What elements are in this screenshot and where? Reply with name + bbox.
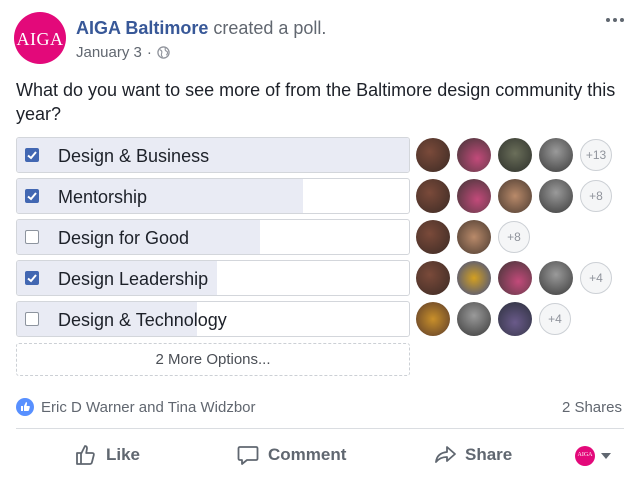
more-voters-count[interactable]: +4 [539,303,571,335]
more-voters-count[interactable]: +8 [498,221,530,253]
poll-option-label: Design & Technology [58,310,227,330]
reactors-names[interactable]: Eric D Warner and Tina Widzbor [41,399,256,416]
poll-option[interactable]: Design for Good [16,219,410,255]
more-options-icon[interactable] [604,13,626,27]
poll-option[interactable]: Mentorship [16,178,410,214]
more-options-button[interactable]: 2 More Options... [16,343,410,376]
checkbox[interactable] [25,312,39,326]
reactions-summary[interactable]: Eric D Warner and Tina Widzbor [16,398,256,416]
voter-avatar[interactable] [457,138,491,172]
mini-logo-text: AIGA [577,452,593,458]
comment-icon [237,446,259,465]
more-voters-count[interactable]: +4 [580,262,612,294]
poll-option-label: Design for Good [58,228,190,248]
divider [16,428,624,429]
post-meta: January 3 · [76,44,170,61]
poll-option[interactable]: Design & Technology [16,301,410,337]
voter-avatar[interactable] [416,261,450,295]
logo-text: AIGA [16,29,64,49]
comment-button[interactable]: Comment [236,442,346,468]
post-header-line: AIGA Baltimore created a poll. [76,18,326,39]
voter-avatar[interactable] [539,261,573,295]
voter-avatar[interactable] [498,138,532,172]
poll-question: What do you want to see more of from the… [16,80,616,124]
voter-avatar[interactable] [457,261,491,295]
checkbox[interactable] [25,148,39,162]
thumbs-up-icon [76,445,95,465]
poll-option[interactable]: Design & Business [16,137,410,173]
voter-avatar[interactable] [457,220,491,254]
shares-count[interactable]: 2 Shares [562,399,622,416]
post-date[interactable]: January 3 [76,44,142,61]
voter-avatar[interactable] [539,138,573,172]
like-label: Like [106,445,141,464]
post-as-avatar[interactable]: AIGA [575,446,595,466]
like-reaction-icon [16,398,34,416]
voter-avatars: +4 [416,260,612,296]
voter-avatar[interactable] [539,179,573,213]
globe-icon [157,46,170,59]
meta-separator: · [146,44,152,61]
share-label: Share [465,445,513,464]
voter-avatars: +8 [416,219,530,255]
voter-avatar[interactable] [416,138,450,172]
comment-label: Comment [268,445,347,464]
checkbox[interactable] [25,230,39,244]
share-arrow-icon [435,446,456,463]
poll-option-label: Design Leadership [58,269,209,289]
page-avatar[interactable]: AIGA [14,12,66,64]
poll-option-label: Mentorship [58,187,148,207]
poll-option[interactable]: Design Leadership [16,260,410,296]
post-action-text: created a poll. [208,18,327,38]
checkmark-icon [27,274,37,283]
more-voters-count[interactable]: +8 [580,180,612,212]
poll-option-label: Design & Business [58,146,210,166]
voter-avatars: +4 [416,301,571,337]
voter-avatars: +13 [416,137,612,173]
checkbox[interactable] [25,189,39,203]
page-name-link[interactable]: AIGA Baltimore [76,18,208,38]
voter-avatar[interactable] [416,220,450,254]
voter-avatar[interactable] [498,179,532,213]
chevron-down-icon[interactable] [601,453,611,459]
checkmark-icon [27,192,37,201]
voter-avatar[interactable] [498,302,532,336]
voter-avatar[interactable] [457,302,491,336]
checkbox[interactable] [25,271,39,285]
voter-avatar[interactable] [457,179,491,213]
more-voters-count[interactable]: +13 [580,139,612,171]
voter-avatar[interactable] [498,261,532,295]
voter-avatars: +8 [416,178,612,214]
checkmark-icon [27,151,37,160]
voter-avatar[interactable] [416,302,450,336]
share-button[interactable]: Share [433,442,512,468]
voter-avatar[interactable] [416,179,450,213]
like-button[interactable]: Like [74,442,140,468]
